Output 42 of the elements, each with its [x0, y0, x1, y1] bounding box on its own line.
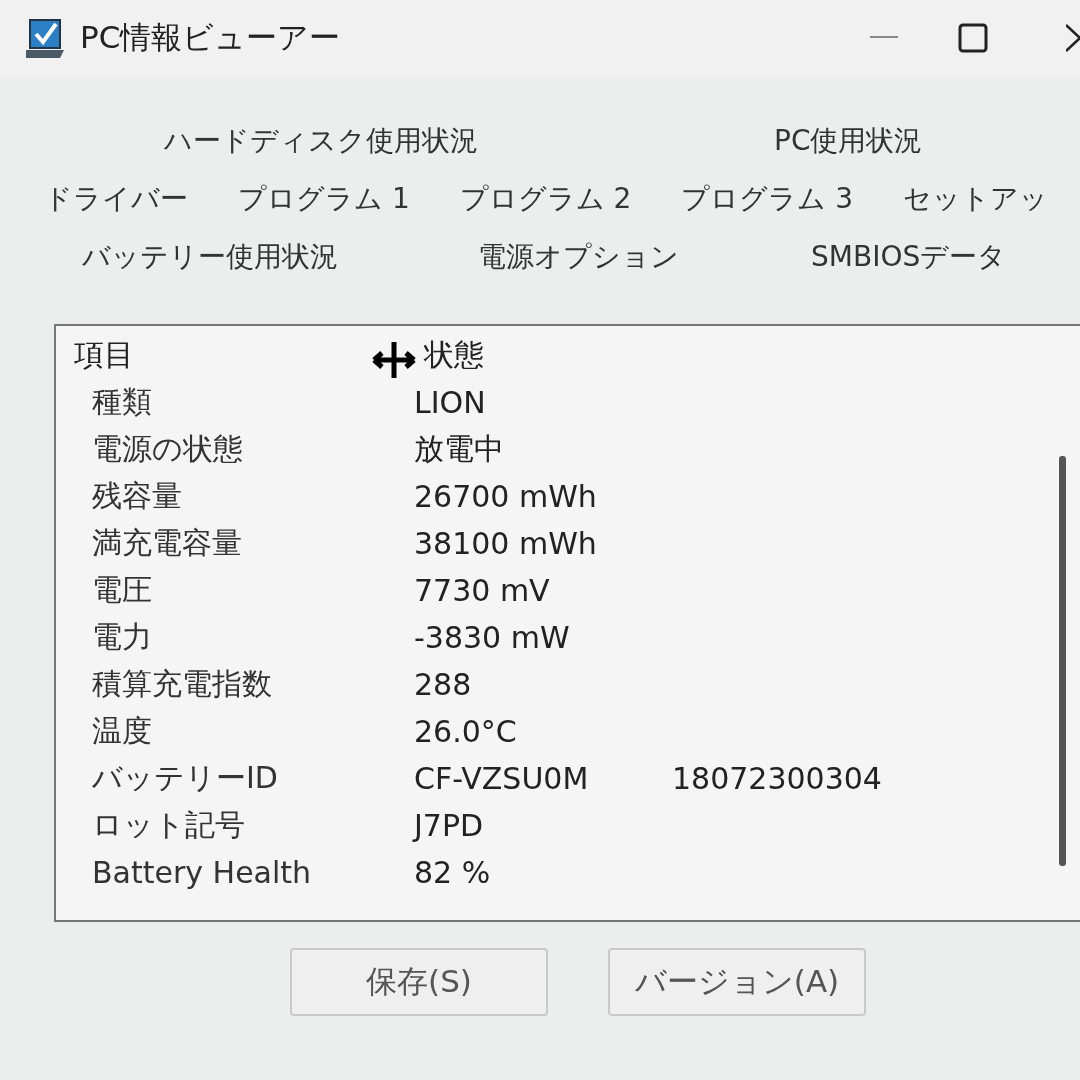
- tab[interactable]: ドライバー: [44, 180, 188, 218]
- table-cell-text: 積算充電指数: [91, 665, 273, 703]
- tab[interactable]: セットアッ: [903, 180, 1049, 218]
- table-cell-text: ロット記号: [91, 806, 246, 844]
- resize-cursor-icon: [370, 340, 418, 380]
- table-cell-text: 種類: [91, 383, 153, 421]
- tab[interactable]: PC使用状況: [774, 122, 923, 160]
- column-header[interactable]: 状態: [414, 335, 672, 376]
- table-cell-text: 26700 mWh: [414, 479, 598, 514]
- table-cell-text: 電圧: [91, 571, 153, 609]
- column-header[interactable]: 項目: [74, 335, 414, 376]
- scrollbar-thumb[interactable]: [1059, 456, 1066, 866]
- table-cell-text: Battery Health: [91, 855, 313, 890]
- tab[interactable]: バッテリー使用状況: [82, 238, 338, 276]
- table-cell-text: J7PD: [414, 808, 485, 843]
- tab[interactable]: プログラム 3: [681, 180, 854, 218]
- table-cell-text: 温度: [91, 712, 153, 750]
- table-cell-text: LION: [414, 385, 487, 420]
- dialog-button[interactable]: 保存(S): [290, 948, 548, 1016]
- table-cell-text: 7730 mV: [414, 573, 551, 608]
- table-cell-text: 82 %: [414, 855, 492, 890]
- table-cell-text: 38100 mWh: [414, 526, 598, 561]
- table-cell-text: -3830 mW: [414, 620, 571, 655]
- table-cell-text: 満充電容量: [91, 524, 243, 562]
- window-title: PC情報ビューアー: [80, 18, 341, 57]
- maximize-icon[interactable]: [958, 23, 988, 53]
- tab[interactable]: プログラム 1: [238, 180, 410, 218]
- tab[interactable]: 電源オプション: [478, 238, 679, 276]
- tab[interactable]: SMBIOSデータ: [811, 238, 1007, 276]
- table-cell-text: 電力: [91, 618, 153, 656]
- table-cell-text: 放電中: [414, 430, 505, 468]
- table-cell-text: CF-VZSU0M: [414, 761, 590, 796]
- table-cell: 18072300304: [672, 761, 882, 796]
- table-cell-text: 残容量: [91, 477, 183, 515]
- table-cell-text: バッテリーID: [91, 759, 279, 797]
- tab[interactable]: プログラム 2: [459, 180, 632, 218]
- dialog-button[interactable]: バージョン(A): [608, 948, 866, 1016]
- table-cell-text: 288: [414, 667, 473, 702]
- table-cell-text: 26.0°C: [414, 714, 518, 749]
- minimize-icon[interactable]: [870, 36, 898, 40]
- table-cell-text: 電源の状態: [91, 430, 244, 468]
- tab[interactable]: ハードディスク使用状況: [164, 122, 478, 160]
